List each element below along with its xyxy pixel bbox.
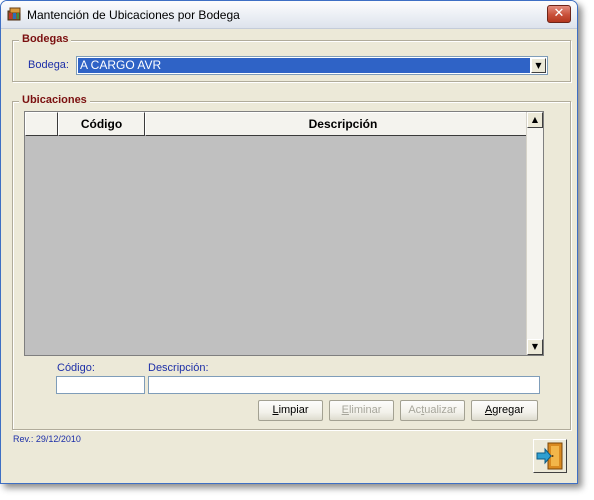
ubicaciones-group: Ubicaciones Código Descripción ▲ ▼ Códig… [12, 93, 571, 430]
bodega-select[interactable]: A CARGO AVR ▼ [76, 56, 548, 75]
column-header-codigo[interactable]: Código [58, 112, 145, 136]
bodega-selected-value: A CARGO AVR [78, 58, 530, 73]
scroll-down-button[interactable]: ▼ [527, 339, 543, 355]
actualizar-button[interactable]: Actualizar [400, 400, 465, 421]
grid-row-selector-header[interactable] [25, 112, 58, 136]
eliminar-mnemonic: E [341, 404, 349, 416]
limpiar-label-rest: impiar [278, 404, 309, 416]
exit-door-icon [536, 442, 563, 470]
grid-body-empty[interactable] [25, 136, 527, 355]
grid-header: Código Descripción [25, 112, 541, 136]
agregar-label-rest: gregar [492, 404, 525, 416]
actualizar-label-rest: ualizar [424, 404, 457, 416]
bodega-label: Bodega: [28, 59, 69, 71]
codigo-input[interactable] [56, 376, 145, 394]
ubicaciones-grid[interactable]: Código Descripción ▲ ▼ [24, 111, 544, 356]
eliminar-label-rest: liminar [348, 404, 382, 416]
agregar-button[interactable]: Agregar [471, 400, 538, 421]
main-window: Mantención de Ubicaciones por Bodega ✕ B… [0, 0, 578, 484]
limpiar-button[interactable]: Limpiar [258, 400, 323, 421]
eliminar-button[interactable]: Eliminar [329, 400, 394, 421]
arrow-down-icon: ▼ [531, 342, 539, 351]
descripcion-label: Descripción: [148, 362, 209, 374]
actualizar-label-pre: Ac [408, 404, 422, 416]
client-area: Bodegas Bodega: A CARGO AVR ▼ Ubicacione… [5, 29, 573, 479]
ubicaciones-group-title: Ubicaciones [19, 93, 90, 107]
descripcion-input[interactable] [148, 376, 540, 394]
codigo-label: Código: [57, 362, 95, 374]
chevron-down-icon: ▼ [535, 61, 542, 70]
close-button[interactable]: ✕ [547, 5, 571, 23]
title-bar[interactable]: Mantención de Ubicaciones por Bodega ✕ [1, 1, 577, 29]
close-icon: ✕ [553, 6, 565, 21]
column-header-descripcion[interactable]: Descripción [145, 112, 541, 136]
scroll-up-button[interactable]: ▲ [527, 112, 543, 128]
arrow-up-icon: ▲ [531, 115, 539, 124]
window-title: Mantención de Ubicaciones por Bodega [27, 8, 240, 22]
bodegas-group-title: Bodegas [19, 32, 72, 46]
books-icon [7, 7, 21, 21]
bodegas-group: Bodegas Bodega: A CARGO AVR ▼ [12, 32, 571, 82]
exit-button[interactable] [533, 439, 567, 473]
grid-vertical-scrollbar[interactable]: ▲ ▼ [526, 112, 543, 355]
revision-text: Rev.: 29/12/2010 [13, 434, 81, 444]
bodega-dropdown-button[interactable]: ▼ [531, 58, 546, 73]
